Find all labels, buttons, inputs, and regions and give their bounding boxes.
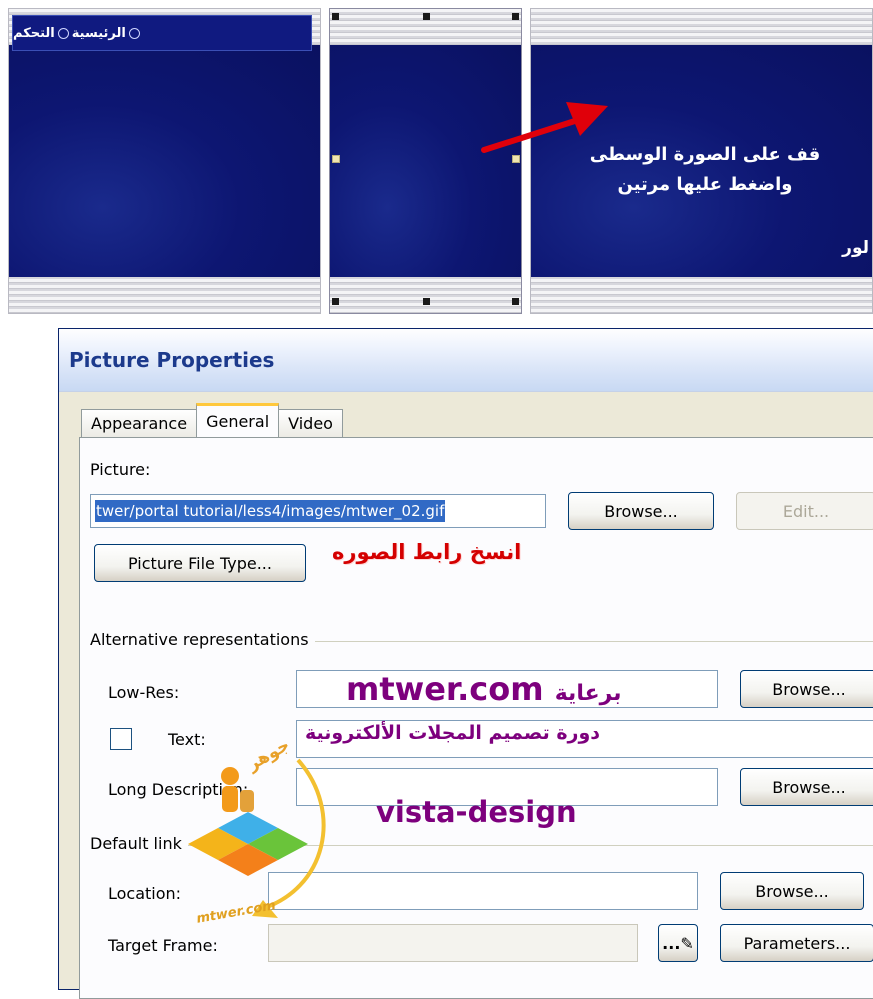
tab-strip: Appearance General Video xyxy=(81,401,343,437)
selection-handle[interactable] xyxy=(512,13,519,20)
dialog-titlebar[interactable]: Picture Properties xyxy=(59,329,873,392)
text-checkbox[interactable] xyxy=(110,728,132,750)
brand-annotation: mtwer.com برعاية xyxy=(346,670,622,708)
alt-representations-group-label: Alternative representations xyxy=(90,630,315,649)
lowres-label: Low-Res: xyxy=(108,683,180,702)
banner-slice-left: الرئيسية التحكم xyxy=(8,8,321,314)
course-annotation: دورة تصميم المجلات الألكترونية xyxy=(305,722,601,744)
selection-handle[interactable] xyxy=(423,13,430,20)
bullet-icon xyxy=(128,27,140,39)
location-browse-button[interactable]: Browse... xyxy=(720,872,864,910)
picture-file-type-button[interactable]: Picture File Type... xyxy=(94,544,306,582)
selection-handle[interactable] xyxy=(512,298,519,305)
picture-edit-button[interactable]: Edit... xyxy=(736,492,873,530)
tab-video[interactable]: Video xyxy=(278,409,343,437)
target-frame-field[interactable] xyxy=(268,924,638,962)
long-description-browse-button[interactable]: Browse... xyxy=(740,768,873,806)
target-frame-picker-button[interactable]: ... ✎ xyxy=(658,924,698,962)
lowres-browse-button[interactable]: Browse... xyxy=(740,670,873,708)
instruction-text: قف على الصورة الوسطى واضغط عليها مرتين xyxy=(589,144,821,195)
copy-link-annotation: انسخ رابط الصوره xyxy=(332,540,522,564)
dialog-title: Picture Properties xyxy=(69,348,275,372)
banner-screenshot: الرئيسية التحكم قف على الصورة الوسطى واض… xyxy=(0,0,873,318)
banner-nav: الرئيسية التحكم xyxy=(12,15,312,51)
banner-cut-text: لور xyxy=(842,238,869,258)
parameters-button[interactable]: Parameters... xyxy=(720,924,873,962)
picture-path-field[interactable]: twer/portal tutorial/less4/images/mtwer_… xyxy=(90,494,546,528)
default-link-group-label: Default link xyxy=(90,834,188,853)
bullet-icon xyxy=(57,27,69,39)
brand-site: mtwer.com xyxy=(346,670,544,708)
selection-handle[interactable] xyxy=(332,155,340,163)
vista-annotation: vista-design xyxy=(376,795,577,829)
pencil-icon: ✎ xyxy=(680,933,694,953)
picture-browse-button[interactable]: Browse... xyxy=(568,492,714,530)
target-frame-label: Target Frame: xyxy=(108,936,218,955)
selection-handle[interactable] xyxy=(332,13,339,20)
selection-handle[interactable] xyxy=(332,298,339,305)
nav-item-control: التحكم xyxy=(13,25,55,41)
brand-prefix: برعاية xyxy=(554,681,622,706)
tab-general[interactable]: General xyxy=(196,403,280,437)
nav-item-home: الرئيسية xyxy=(71,25,126,41)
selection-handle[interactable] xyxy=(423,298,430,305)
picture-label: Picture: xyxy=(90,460,151,479)
tab-appearance[interactable]: Appearance xyxy=(81,409,198,437)
